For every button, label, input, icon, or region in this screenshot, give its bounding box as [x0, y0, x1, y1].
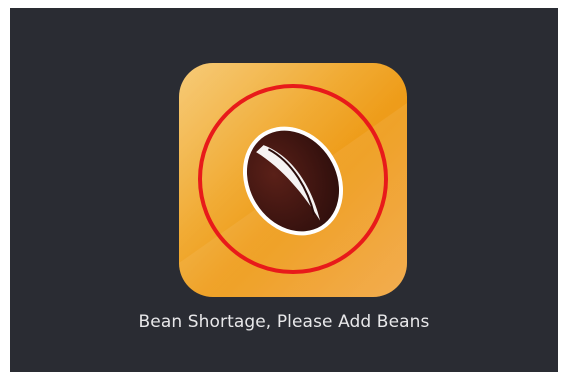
alert-screen: Bean Shortage, Please Add Beans	[10, 8, 558, 372]
coffee-bean-icon	[198, 84, 388, 274]
alert-message: Bean Shortage, Please Add Beans	[138, 312, 430, 332]
bean-alert-tile	[179, 63, 407, 297]
